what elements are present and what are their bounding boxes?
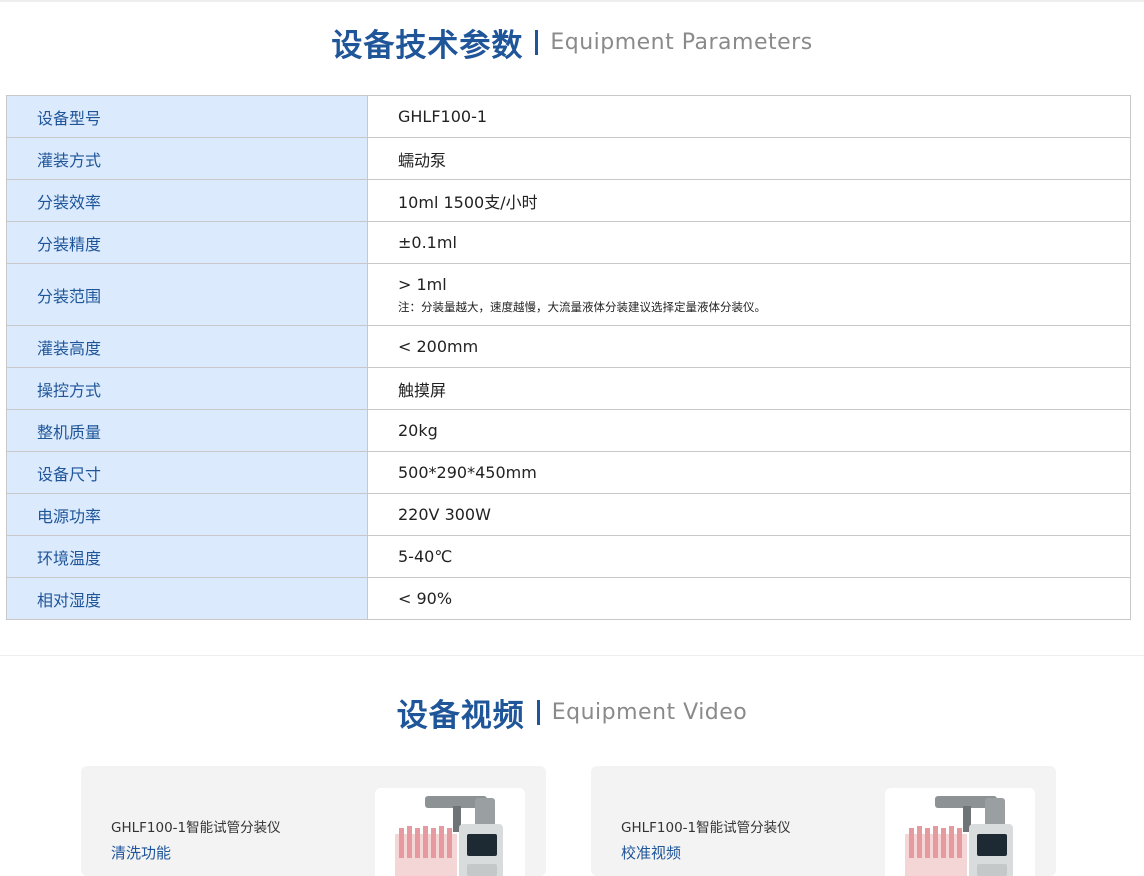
param-label: 灌装高度	[6, 325, 368, 368]
param-label: 灌装方式	[6, 137, 368, 180]
video-title-en: Equipment Video	[551, 700, 748, 725]
param-value-cell: > 1ml 注：分装量越大，速度越慢，大流量液体分装建议选择定量液体分装仪。	[367, 263, 1131, 326]
title-separator	[535, 30, 539, 55]
param-value: 蠕动泵	[367, 137, 1131, 180]
param-note: 注：分装量越大，速度越慢，大流量液体分装建议选择定量液体分装仪。	[398, 299, 766, 314]
params-title-en: Equipment Parameters	[550, 30, 813, 55]
param-label: 设备型号	[6, 95, 368, 138]
video-thumbnail[interactable]	[885, 788, 1035, 876]
param-label: 相对湿度	[6, 577, 368, 620]
param-value: 10ml 1500支/小时	[367, 179, 1131, 222]
param-value: > 1ml	[398, 274, 447, 294]
table-row: 灌装方式 蠕动泵	[6, 137, 1131, 180]
param-label: 环境温度	[6, 535, 368, 578]
param-value: 220V 300W	[367, 493, 1131, 536]
param-value: 500*290*450mm	[367, 451, 1131, 494]
video-section-title: 设备视频 Equipment Video	[0, 690, 1144, 735]
title-separator	[536, 700, 540, 725]
video-card-calibration[interactable]: GHLF100-1智能试管分装仪 校准视频	[591, 766, 1056, 876]
table-row: 电源功率 220V 300W	[6, 493, 1131, 536]
param-label: 分装效率	[6, 179, 368, 222]
video-card-cleaning[interactable]: GHLF100-1智能试管分装仪 清洗功能	[81, 766, 546, 876]
param-value: 触摸屏	[367, 367, 1131, 410]
video-card-name: GHLF100-1智能试管分装仪	[111, 820, 281, 836]
param-value: 5-40℃	[367, 535, 1131, 578]
table-row: 分装精度 ±0.1ml	[6, 221, 1131, 264]
device-image-icon	[885, 788, 1035, 876]
param-value: 20kg	[367, 409, 1131, 452]
video-thumbnail[interactable]	[375, 788, 525, 876]
table-row: 灌装高度 < 200mm	[6, 325, 1131, 368]
param-label: 操控方式	[6, 367, 368, 410]
param-label: 设备尺寸	[6, 451, 368, 494]
params-table: 设备型号 GHLF100-1 灌装方式 蠕动泵 分装效率 10ml 1500支/…	[6, 95, 1131, 620]
table-row: 相对湿度 < 90%	[6, 577, 1131, 620]
param-label: 电源功率	[6, 493, 368, 536]
table-row: 设备型号 GHLF100-1	[6, 95, 1131, 138]
param-label: 整机质量	[6, 409, 368, 452]
param-value: GHLF100-1	[367, 95, 1131, 138]
param-label: 分装精度	[6, 221, 368, 264]
top-border	[0, 0, 1144, 2]
params-section-title: 设备技术参数 Equipment Parameters	[0, 20, 1144, 65]
table-row: 分装效率 10ml 1500支/小时	[6, 179, 1131, 222]
param-value: < 200mm	[367, 325, 1131, 368]
table-row: 环境温度 5-40℃	[6, 535, 1131, 578]
video-title-zh: 设备视频	[396, 698, 525, 734]
table-row: 设备尺寸 500*290*450mm	[6, 451, 1131, 494]
param-value: ±0.1ml	[367, 221, 1131, 264]
param-label: 分装范围	[6, 263, 368, 326]
video-card-subtitle[interactable]: 校准视频	[621, 842, 681, 863]
section-divider	[0, 655, 1144, 656]
video-card-subtitle[interactable]: 清洗功能	[111, 842, 171, 863]
video-card-name: GHLF100-1智能试管分装仪	[621, 820, 791, 836]
param-value: < 90%	[367, 577, 1131, 620]
params-title-zh: 设备技术参数	[331, 28, 524, 64]
table-row: 操控方式 触摸屏	[6, 367, 1131, 410]
device-image-icon	[375, 788, 525, 876]
table-row: 整机质量 20kg	[6, 409, 1131, 452]
table-row: 分装范围 > 1ml 注：分装量越大，速度越慢，大流量液体分装建议选择定量液体分…	[6, 263, 1131, 326]
